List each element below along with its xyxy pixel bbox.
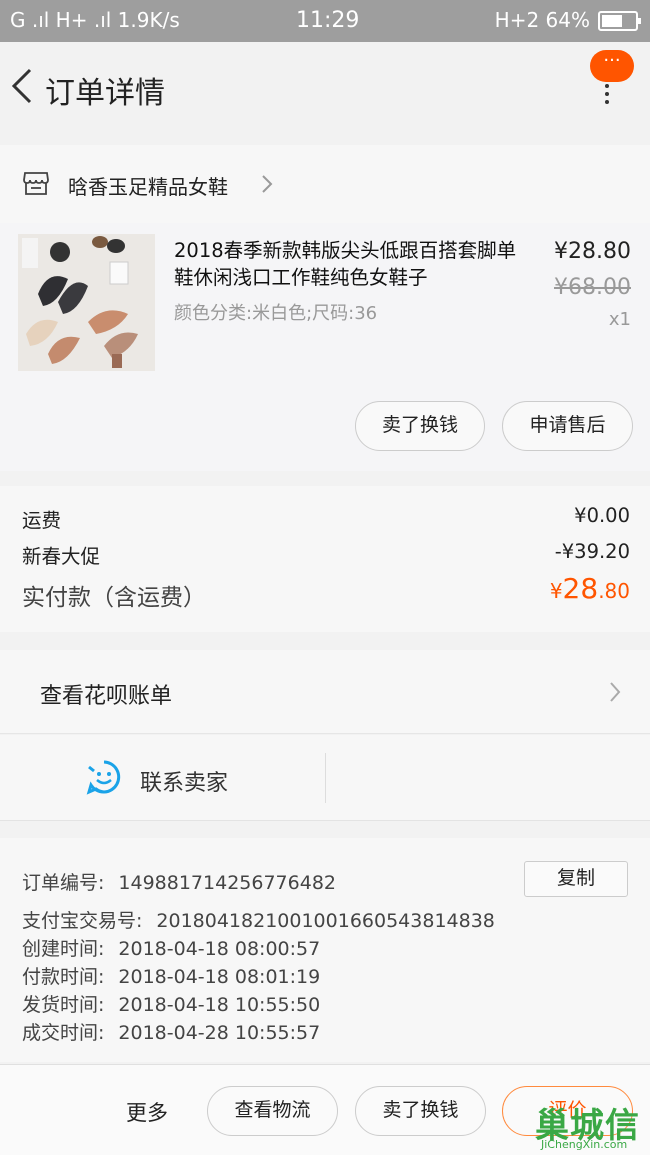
shop-link[interactable]: 晗香玉足精品女鞋 — [0, 145, 650, 223]
shipping-label: 运费 — [22, 509, 62, 532]
order-info-row: 支付宝交易号: 2018041821001001660543814838 — [22, 906, 495, 933]
clock: 11:29 — [296, 8, 360, 33]
order-info: 复制 订单编号: 149881714256776482 支付宝交易号: 2018041… — [0, 838, 650, 1062]
view-logistics-button[interactable]: 查看物流 — [207, 1086, 338, 1136]
order-info-label: 支付宝交易号: — [22, 910, 143, 932]
contact-seller-label: 联系卖家 — [140, 771, 229, 796]
product-image[interactable] — [18, 234, 155, 371]
order-info-row: 发货时间: 2018-04-18 10:55:50 — [22, 990, 320, 1017]
total-label: 实付款（含运费） — [22, 585, 206, 611]
signal-status: G .ıl H+ .ıl 1.9K/s — [10, 8, 180, 32]
vertical-dots-icon — [605, 84, 609, 104]
order-info-value: 149881714256776482 — [118, 872, 336, 894]
promo-value: -¥39.20 — [554, 540, 630, 563]
watermark-url: JiChengXin.com — [541, 1138, 628, 1151]
promo-label: 新春大促 — [22, 545, 101, 568]
product-item: 2018春季新款韩版尖头低跟百搭套脚单鞋休闲浅口工作鞋纯色女鞋子 颜色分类:米白… — [0, 223, 650, 471]
after-sale-button[interactable]: 申请售后 — [502, 401, 633, 451]
order-info-value: 2018-04-28 10:55:57 — [118, 1022, 321, 1044]
product-price: ¥28.80 — [554, 239, 631, 264]
chevron-right-icon — [610, 682, 621, 702]
more-actions-button[interactable]: 更多 — [126, 1097, 168, 1127]
order-info-value: 2018-04-18 08:00:57 — [118, 938, 321, 960]
order-info-value: 2018041821001001660543814838 — [156, 910, 495, 932]
product-original-price: ¥68.00 — [554, 275, 631, 300]
watermark-logo: 巢城信 JiChengXin.com — [535, 1098, 647, 1153]
order-info-row: 成交时间: 2018-04-28 10:55:57 — [22, 1018, 320, 1045]
chat-smile-icon — [86, 760, 121, 795]
order-info-row: 订单编号: 149881714256776482 — [22, 868, 336, 895]
product-spec: 颜色分类:米白色;尺码:36 — [174, 303, 378, 324]
shop-icon — [23, 172, 49, 195]
sell-for-cash-button[interactable]: 卖了换钱 — [355, 401, 485, 451]
product-quantity: x1 — [608, 309, 631, 330]
battery-icon — [598, 11, 641, 31]
contact-seller-button[interactable]: 联系卖家 — [0, 735, 326, 821]
promo-row: 新春大促 -¥39.20 — [22, 540, 630, 569]
message-bubble-icon: ··· — [590, 50, 634, 82]
order-info-row: 创建时间: 2018-04-18 08:00:57 — [22, 934, 320, 961]
order-info-label: 订单编号: — [22, 872, 105, 894]
total-currency: ¥ — [549, 579, 563, 603]
order-info-label: 发货时间: — [22, 994, 105, 1016]
order-info-label: 成交时间: — [22, 1022, 105, 1044]
copy-order-number-button[interactable]: 复制 — [524, 861, 628, 897]
order-info-value: 2018-04-18 08:01:19 — [118, 966, 321, 988]
divider — [325, 753, 326, 803]
contact-section: 联系卖家 — [0, 735, 650, 821]
order-info-label: 创建时间: — [22, 938, 105, 960]
header: 订单详情 ··· — [0, 42, 650, 130]
page-title: 订单详情 — [45, 76, 165, 111]
shop-name: 晗香玉足精品女鞋 — [68, 175, 228, 199]
network-battery-status: H+2 64% — [494, 8, 590, 32]
total-integer: 28 — [562, 572, 599, 605]
total-decimal: .80 — [598, 579, 630, 603]
status-bar: G .ıl H+ .ıl 1.9K/s 11:29 H+2 64% — [0, 0, 650, 42]
order-info-label: 付款时间: — [22, 966, 105, 988]
chevron-right-icon — [262, 175, 273, 193]
total-value: ¥28.80 — [550, 572, 630, 605]
shipping-value: ¥0.00 — [574, 504, 630, 527]
order-info-row: 付款时间: 2018-04-18 08:01:19 — [22, 962, 320, 989]
product-title[interactable]: 2018春季新款韩版尖头低跟百搭套脚单鞋休闲浅口工作鞋纯色女鞋子 — [174, 237, 530, 291]
more-menu-button[interactable]: ··· — [590, 50, 634, 110]
huabei-label: 查看花呗账单 — [40, 684, 173, 709]
order-info-value: 2018-04-18 10:55:50 — [118, 994, 321, 1016]
sell-for-cash-button-bottom[interactable]: 卖了换钱 — [355, 1086, 486, 1136]
back-arrow-icon[interactable] — [10, 66, 34, 106]
huabei-bill-link[interactable]: 查看花呗账单 — [0, 650, 650, 734]
total-paid-row: 实付款（含运费） ¥28.80 — [22, 572, 630, 612]
fee-summary: 运费 ¥0.00 新春大促 -¥39.20 实付款（含运费） ¥28.80 — [0, 486, 650, 632]
shipping-fee-row: 运费 ¥0.00 — [22, 504, 630, 533]
